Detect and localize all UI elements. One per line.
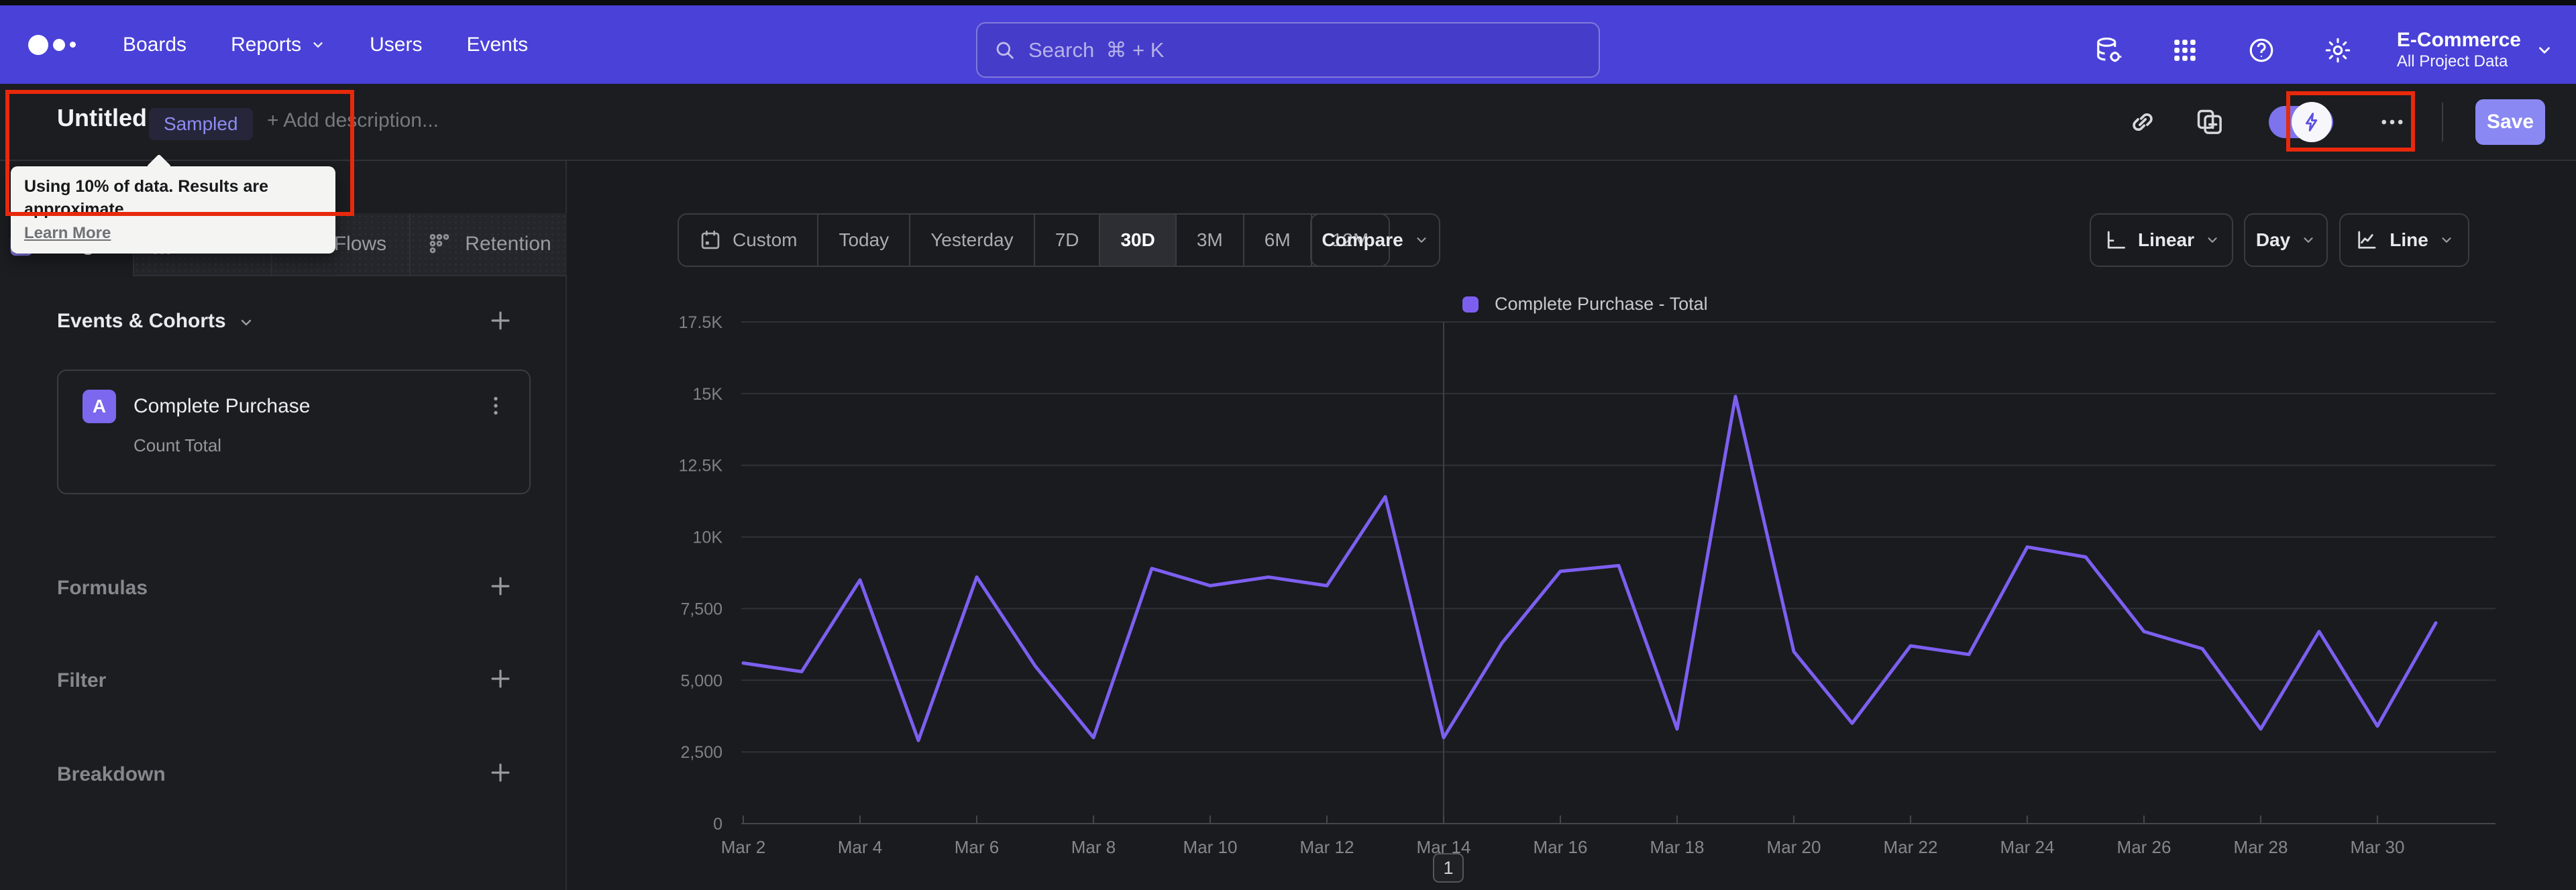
breakdown-section-label: Breakdown — [57, 763, 166, 785]
sampled-badge[interactable]: Sampled — [149, 108, 253, 140]
add-description-field[interactable]: + Add description... — [267, 109, 439, 132]
svg-text:Mar 30: Mar 30 — [2351, 837, 2405, 857]
chevron-down-icon — [2205, 233, 2220, 247]
interval-dropdown[interactable]: Day — [2244, 213, 2328, 267]
more-options-icon[interactable] — [2375, 105, 2410, 140]
svg-text:Mar 6: Mar 6 — [955, 837, 999, 857]
range-custom[interactable]: Custom — [679, 215, 819, 266]
help-icon[interactable] — [2244, 33, 2279, 68]
learn-more-link[interactable]: Learn More — [24, 224, 111, 243]
data-management-icon[interactable] — [2091, 33, 2126, 68]
search-input[interactable] — [1028, 38, 1582, 62]
project-switcher[interactable]: E-Commerce All Project Data — [2397, 29, 2553, 71]
svg-text:Mar 4: Mar 4 — [838, 837, 882, 857]
chevron-down-icon — [238, 315, 254, 331]
chevron-down-icon — [2439, 233, 2454, 247]
event-name: Complete Purchase — [133, 395, 311, 417]
chevron-down-icon — [2301, 233, 2316, 247]
apps-grid-icon[interactable] — [2167, 33, 2202, 68]
formulas-section-label: Formulas — [57, 577, 148, 599]
mixpanel-insights-report: Boards Reports Users Events Search ⌘ + K… — [0, 0, 2576, 890]
svg-text:Mar 16: Mar 16 — [1534, 837, 1588, 857]
save-button[interactable]: Save — [2475, 99, 2545, 145]
nav-item-users[interactable]: Users — [370, 34, 422, 56]
share-link-icon[interactable] — [2125, 105, 2160, 140]
settings-gear-icon[interactable] — [2320, 33, 2355, 68]
mixpanel-logo-icon[interactable] — [28, 34, 76, 55]
insights-line-chart[interactable]: 17.5K 15K 12.5K 10K 7,500 5,000 2,500 0 Mar 2 Mar… — [567, 282, 2576, 890]
nav-item-boards[interactable]: Boards — [123, 34, 186, 56]
range-yesterday[interactable]: Yesterday — [910, 215, 1035, 266]
line-chart-icon — [2355, 228, 2379, 252]
add-formula-button[interactable] — [486, 571, 515, 601]
svg-text:Mar 22: Mar 22 — [1884, 837, 1938, 857]
date-range-selector: Custom Today Yesterday 7D 30D 3M 6M 12M — [678, 213, 1391, 267]
annotation-marker[interactable]: 1 — [1433, 853, 1464, 883]
svg-text:Mar 26: Mar 26 — [2117, 837, 2171, 857]
svg-text:Mar 24: Mar 24 — [2000, 837, 2055, 857]
chevron-down-icon — [1414, 233, 1429, 247]
query-builder-panel: Insights Funnels — [0, 161, 567, 890]
global-search[interactable] — [976, 22, 1600, 78]
window-top-edge — [0, 0, 2576, 5]
top-navbar: Boards Reports Users Events Search ⌘ + K… — [0, 5, 2576, 84]
chart-panel: Custom Today Yesterday 7D 30D 3M 6M 12M … — [567, 161, 2576, 890]
axis-linear-icon — [2103, 228, 2127, 252]
compare-button[interactable]: Compare — [1310, 213, 1440, 267]
divider — [2442, 102, 2443, 142]
event-letter-badge: A — [83, 390, 116, 423]
svg-text:12.5K: 12.5K — [679, 457, 723, 476]
add-to-board-icon[interactable] — [2192, 105, 2227, 140]
project-scope: All Project Data — [2396, 52, 2508, 70]
filter-section-label: Filter — [57, 669, 107, 691]
report-actions: Save — [2125, 84, 2545, 160]
event-more-icon[interactable] — [481, 391, 511, 421]
nav-menu: Boards Reports Users Events — [123, 34, 528, 56]
lightning-bolt-icon — [2292, 101, 2332, 142]
add-breakdown-button[interactable] — [486, 758, 515, 787]
tab-retention[interactable]: Retention — [411, 213, 567, 276]
svg-text:Mar 20: Mar 20 — [1767, 837, 1821, 857]
sampling-tooltip: Using 10% of data. Results are approxima… — [11, 166, 335, 254]
scale-dropdown[interactable]: Linear — [2090, 213, 2233, 267]
project-name: E-Commerce — [2396, 29, 2521, 52]
report-title[interactable]: Untitled — [57, 104, 147, 132]
nav-right-cluster: E-Commerce All Project Data — [2091, 11, 2553, 89]
svg-text:10K: 10K — [693, 529, 723, 547]
svg-text:17.5K: 17.5K — [679, 313, 723, 332]
report-header: Untitled Sampled + Add description... Sa… — [0, 84, 2576, 161]
range-today[interactable]: Today — [818, 215, 911, 266]
range-3m[interactable]: 3M — [1177, 215, 1244, 266]
event-metric[interactable]: Count Total — [133, 435, 221, 456]
svg-text:7,500: 7,500 — [680, 600, 722, 618]
add-filter-button[interactable] — [486, 664, 515, 693]
chevron-down-icon — [311, 38, 325, 52]
search-icon — [994, 39, 1016, 62]
svg-text:2,500: 2,500 — [680, 743, 722, 762]
svg-text:Mar 28: Mar 28 — [2234, 837, 2288, 857]
svg-text:15K: 15K — [693, 385, 723, 404]
svg-text:Mar 10: Mar 10 — [1183, 837, 1238, 857]
add-event-button[interactable] — [486, 306, 515, 335]
svg-text:Mar 2: Mar 2 — [721, 837, 765, 857]
retention-dots-icon — [426, 231, 453, 258]
calendar-icon — [699, 229, 722, 252]
svg-text:5,000: 5,000 — [680, 671, 722, 690]
svg-text:Mar 18: Mar 18 — [1650, 837, 1705, 857]
chevron-down-icon — [2536, 42, 2553, 59]
event-row-complete-purchase[interactable]: A Complete Purchase Count Total — [57, 370, 531, 494]
events-cohorts-header[interactable]: Events & Cohorts — [57, 310, 254, 333]
tooltip-text: Using 10% of data. Results are approxima… — [24, 177, 269, 219]
range-30d[interactable]: 30D — [1100, 215, 1177, 266]
range-7d[interactable]: 7D — [1035, 215, 1101, 266]
nav-item-reports[interactable]: Reports — [231, 34, 325, 56]
range-6m[interactable]: 6M — [1244, 215, 1312, 266]
svg-text:Mar 12: Mar 12 — [1300, 837, 1354, 857]
nav-item-events[interactable]: Events — [466, 34, 528, 56]
svg-text:Mar 8: Mar 8 — [1071, 837, 1116, 857]
sampling-toggle[interactable] — [2269, 101, 2333, 142]
chart-type-dropdown[interactable]: Line — [2339, 213, 2469, 267]
svg-text:0: 0 — [713, 815, 722, 834]
